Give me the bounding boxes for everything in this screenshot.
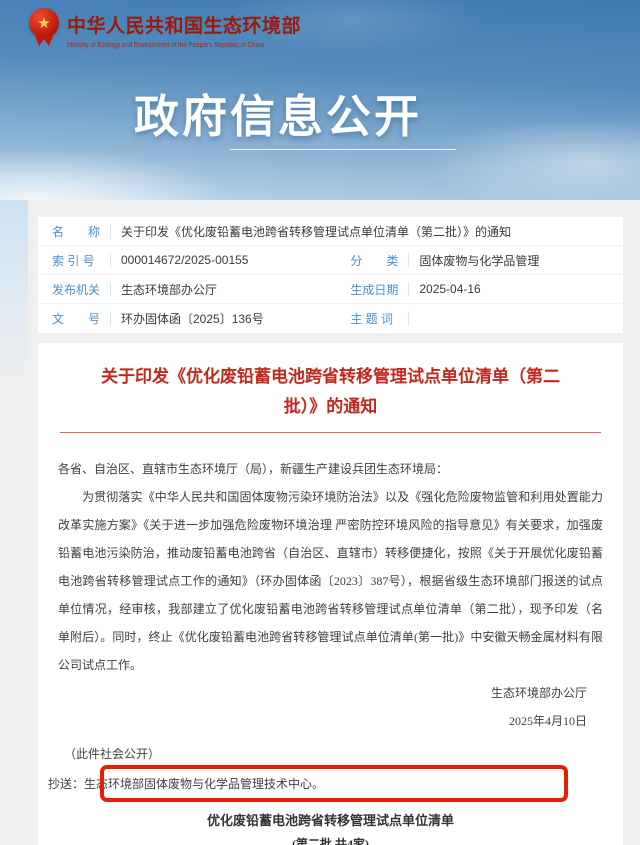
meta-value-name: 关于印发《优化废铅蓄电池跨省转移管理试点单位清单（第二批）》的通知 <box>121 223 511 240</box>
red-highlight-box <box>100 765 568 802</box>
document-card: 关于印发《优化废铅蓄电池跨省转移管理试点单位清单（第二批）》的通知 各省、自治区… <box>38 343 623 845</box>
national-emblem-icon: ★ <box>29 8 59 38</box>
title-underline <box>230 149 456 150</box>
meta-value-category: 固体废物与化学品管理 <box>419 252 539 269</box>
banner-left-extension <box>0 200 28 385</box>
meta-label-date: 生成日期 <box>350 281 400 298</box>
page: ★ 中华人民共和国生态环境部 Ministry of Ecology and E… <box>0 0 640 845</box>
body-paragraph: 为贯彻落实《中华人民共和国固体废物污染环境防治法》以及《强化危险废物监管和利用处… <box>58 483 603 679</box>
meta-separator <box>110 311 111 326</box>
meta-cell-name: 名 称 关于印发《优化废铅蓄电池跨省转移管理试点单位清单（第二批）》的通知 <box>38 223 623 240</box>
document-content: 关于印发《优化废铅蓄电池跨省转移管理试点单位清单（第二批）》的通知 各省、自治区… <box>38 362 623 845</box>
attachment-subtitle: (第二批 共4家) <box>58 835 603 845</box>
public-disclosure-note: （此件社会公开） <box>58 740 603 768</box>
attachment-title: 优化废铅蓄电池跨省转移管理试点单位清单 <box>58 810 603 829</box>
emblem-star-icon: ★ <box>37 16 50 31</box>
meta-value-agency: 生态环境部办公厅 <box>121 281 217 298</box>
header-banner: ★ 中华人民共和国生态环境部 Ministry of Ecology and E… <box>0 0 640 200</box>
meta-value-date: 2025-04-16 <box>419 282 480 296</box>
meta-cell-subject: 主 题 词 <box>336 310 623 327</box>
meta-row-agency: 发布机关 生态环境部办公厅 生成日期 2025-04-16 <box>38 275 623 304</box>
meta-separator <box>408 253 409 268</box>
ministry-name-cn: 中华人民共和国生态环境部 <box>67 11 301 38</box>
emblem-ribbon-icon <box>35 36 53 46</box>
meta-separator <box>408 282 409 297</box>
title-divider <box>60 432 601 433</box>
meta-cell-date: 生成日期 2025-04-16 <box>336 281 623 298</box>
meta-cell-index: 索 引 号 000014672/2025-00155 <box>38 252 336 269</box>
meta-value-index: 000014672/2025-00155 <box>121 253 248 267</box>
document-title: 关于印发《优化废铅蓄电池跨省转移管理试点单位清单（第二批）》的通知 <box>86 362 575 422</box>
meta-cell-docnum: 文 号 环办固体函〔2025〕136号 <box>38 310 336 327</box>
meta-label-agency: 发布机关 <box>52 281 102 298</box>
meta-label-category: 分 类 <box>350 252 400 269</box>
meta-cell-category: 分 类 固体废物与化学品管理 <box>336 252 623 269</box>
meta-row-index: 索 引 号 000014672/2025-00155 分 类 固体废物与化学品管… <box>38 246 623 275</box>
meta-separator <box>110 224 111 239</box>
ministry-name-en: Ministry of Ecology and Environment of t… <box>67 42 278 49</box>
meta-row-docnum: 文 号 环办固体函〔2025〕136号 主 题 词 <box>38 304 623 333</box>
ministry-identity: 中华人民共和国生态环境部 Ministry of Ecology and Env… <box>67 11 301 49</box>
meta-label-name: 名 称 <box>52 223 102 240</box>
meta-label-subject: 主 题 词 <box>350 310 400 327</box>
meta-separator <box>408 311 409 326</box>
meta-row-name: 名 称 关于印发《优化废铅蓄电池跨省转移管理试点单位清单（第二批）》的通知 <box>38 217 623 246</box>
meta-separator <box>110 253 111 268</box>
page-title: 政府信息公开 <box>0 80 556 145</box>
meta-label-index: 索 引 号 <box>52 252 102 269</box>
meta-separator <box>110 282 111 297</box>
signer-name: 生态环境部办公厅 <box>58 679 587 707</box>
document-meta-card: 名 称 关于印发《优化废铅蓄电池跨省转移管理试点单位清单（第二批）》的通知 索 … <box>38 217 623 333</box>
meta-cell-agency: 发布机关 生态环境部办公厅 <box>38 281 336 298</box>
meta-label-docnum: 文 号 <box>52 310 102 327</box>
sign-date: 2025年4月10日 <box>58 707 587 735</box>
salutation-line: 各省、自治区、直辖市生态环境厅（局），新疆生产建设兵团生态环境局： <box>58 455 603 483</box>
meta-value-docnum: 环办固体函〔2025〕136号 <box>121 310 264 327</box>
